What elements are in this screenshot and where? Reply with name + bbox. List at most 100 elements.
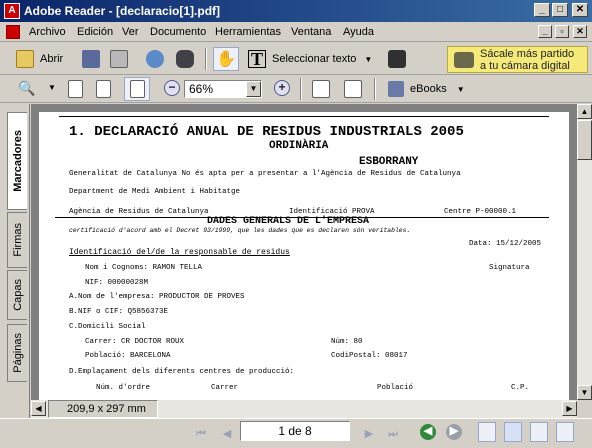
table-header-street: Carrer	[211, 384, 239, 392]
last-page-icon[interactable]: ⏭	[384, 425, 402, 443]
doc-title: 1. DECLARACIÓ ANUAL DE RESIDUS INDUSTRIA…	[69, 124, 464, 140]
camera-promo-line-1: Sácale más partido	[480, 47, 575, 60]
facing-layout-icon[interactable]	[530, 422, 548, 442]
continuous-facing-layout-icon[interactable]	[556, 422, 574, 442]
fit-width-icon	[129, 80, 145, 98]
maximize-button[interactable]: □	[552, 3, 568, 17]
doc-restore-button[interactable]: ▫	[555, 25, 569, 38]
menu-ver[interactable]: Ver	[122, 26, 139, 38]
scroll-left-arrow-icon[interactable]: ◀	[31, 401, 46, 416]
snapshot-icon[interactable]	[388, 50, 406, 68]
print-icon[interactable]	[110, 50, 128, 68]
company-nif-line: B.NIF o CIF: Q5856373E	[69, 308, 169, 316]
tab-capas[interactable]: Capas	[7, 270, 27, 320]
menu-archivo[interactable]: Archivo	[29, 26, 66, 38]
menu-documento[interactable]: Documento	[150, 26, 206, 38]
draft-label: ESBORRANY	[359, 156, 419, 168]
agency-text: Agència de Residus de Catalunya	[69, 208, 209, 216]
identification-text: Identificació PROVA	[289, 208, 375, 216]
vertical-scrollbar[interactable]: ▲ ▼	[577, 104, 592, 400]
zoom-in-button[interactable]: +	[274, 80, 290, 96]
adobe-reader-icon: A	[4, 3, 20, 19]
tab-paginas[interactable]: Páginas	[7, 324, 27, 382]
camera-promo-line-2: a tu cámara digital	[480, 59, 570, 72]
menu-ayuda[interactable]: Ayuda	[343, 26, 374, 38]
scroll-up-arrow-icon[interactable]: ▲	[577, 104, 592, 119]
document-viewport[interactable]: 1. DECLARACIÓ ANUAL DE RESIDUS INDUSTRIA…	[31, 104, 577, 400]
tab-firmas[interactable]: Firmas	[7, 212, 27, 268]
view-toolbar: 🔍 ▼ −	[0, 75, 592, 103]
locations-heading: D.Emplaçament dels diferents centres de …	[69, 368, 295, 376]
open-button[interactable]: Abrir	[16, 50, 63, 68]
intro-text: Generalitat de Catalunya No és apta per …	[69, 170, 461, 178]
single-page-layout-icon[interactable]	[478, 422, 496, 442]
pdf-page: 1. DECLARACIÓ ANUAL DE RESIDUS INDUSTRIA…	[39, 112, 569, 400]
chevron-down-icon[interactable]: ▼	[364, 55, 372, 64]
go-forward-icon[interactable]: ▶	[446, 424, 462, 440]
date-text: Data: 15/12/2005	[469, 240, 542, 248]
camera-promo-banner[interactable]: Sácale más partido a tu cámara digital	[447, 46, 588, 73]
next-page-icon[interactable]: ▶	[360, 425, 378, 443]
ebooks-button[interactable]: eBooks ▼	[388, 81, 465, 97]
table-header-postal: C.P.	[511, 384, 530, 392]
zoom-dropdown-chevron-icon[interactable]: ▼	[246, 81, 261, 97]
scroll-right-arrow-icon[interactable]: ▶	[562, 401, 577, 416]
tab-marcadores[interactable]: Marcadores	[7, 112, 27, 210]
folder-icon	[16, 50, 34, 68]
tab-marcadores-label: Marcadores	[11, 130, 24, 192]
section-heading: DADES GENERALS DE L'EMPRESA	[207, 216, 370, 227]
name-line: Nom i Cognoms: RAMON TELLA	[85, 264, 203, 272]
table-header-town: Població	[377, 384, 414, 392]
fit-page-icon[interactable]	[96, 80, 111, 98]
toolbar-separator-2	[300, 78, 302, 100]
fit-width-button[interactable]	[124, 77, 150, 101]
window-title: Adobe Reader - [declaracio[1].pdf]	[24, 4, 221, 18]
table-header-order: Núm. d'ordre	[95, 384, 150, 392]
doc-close-button[interactable]: ✕	[573, 25, 587, 38]
menu-bar: Archivo Edición Ver Documento Herramient…	[0, 22, 592, 42]
search-binoculars-icon[interactable]	[176, 50, 194, 68]
top-rule	[59, 116, 549, 117]
scroll-down-arrow-icon[interactable]: ▼	[577, 385, 592, 400]
title-bar: A Adobe Reader - [declaracio[1].pdf] _ □…	[0, 0, 592, 22]
hand-tool-button[interactable]: ✋	[213, 47, 239, 71]
toolbar-separator-3	[374, 78, 376, 100]
menu-ventana[interactable]: Ventana	[291, 26, 331, 38]
doc-minimize-button[interactable]: _	[538, 25, 552, 38]
minimize-button[interactable]: _	[534, 3, 550, 17]
page-number-input[interactable]: 1 de 8	[240, 421, 350, 441]
street-line: Carrer: CR DOCTOR ROUX	[85, 338, 185, 346]
hand-icon: ✋	[216, 51, 236, 68]
close-button[interactable]: ✕	[572, 3, 588, 17]
menu-herramientas[interactable]: Herramientas	[215, 26, 281, 38]
document-icon[interactable]	[6, 25, 20, 39]
tab-capas-label: Capas	[11, 279, 24, 311]
zoom-tool-chevron-down-icon[interactable]: ▼	[48, 83, 56, 92]
certification-text: certificació d'acord amb el Decret 93/19…	[69, 227, 411, 234]
email-icon[interactable]	[146, 50, 164, 68]
previous-page-icon[interactable]: ◀	[218, 425, 236, 443]
doc-subtitle: ORDINÀRIA	[269, 140, 329, 152]
rotate-counterclockwise-icon[interactable]	[344, 80, 362, 98]
ebook-icon	[388, 81, 404, 97]
continuous-layout-icon[interactable]	[504, 422, 522, 442]
scroll-thumb[interactable]	[577, 120, 592, 160]
department-text: Department de Medi Ambient i Habitatge	[69, 188, 241, 196]
first-page-icon[interactable]: ⏮	[192, 425, 210, 443]
zoom-out-button[interactable]: −	[164, 80, 180, 96]
zoom-in-tool-icon[interactable]: 🔍	[18, 80, 35, 97]
go-back-icon[interactable]: ◀	[420, 424, 436, 440]
nif-line: NIF: 00000028M	[85, 279, 149, 287]
responsible-heading: Identificació del/de la responsable de r…	[69, 248, 290, 257]
postal-code-line: CodiPostal: 08017	[331, 352, 408, 360]
actual-size-icon[interactable]	[68, 80, 83, 98]
save-icon[interactable]	[82, 50, 100, 68]
menu-edicion[interactable]: Edición	[77, 26, 113, 38]
open-label: Abrir	[40, 53, 64, 65]
rotate-clockwise-icon[interactable]	[312, 80, 330, 98]
toolbar-separator	[205, 48, 207, 70]
ebooks-chevron-down-icon: ▼	[456, 84, 465, 94]
address-heading: C.Domicili Social	[69, 323, 146, 331]
page-size-indicator: 209,9 x 297 mm	[48, 400, 158, 418]
select-text-button[interactable]: T Seleccionar texto ▼	[248, 50, 372, 68]
